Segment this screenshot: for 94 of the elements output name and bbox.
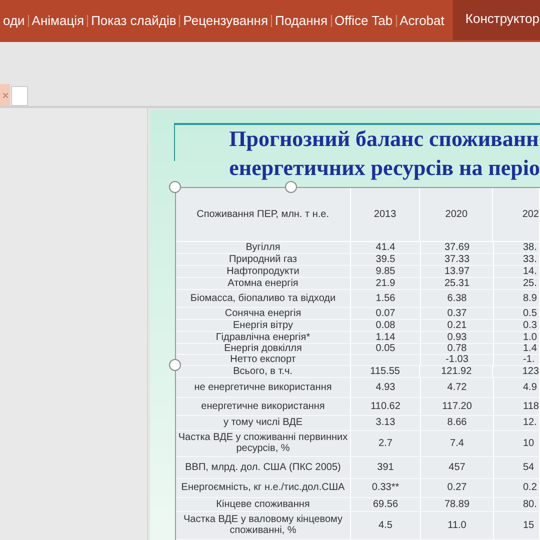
table-cell: 0.78 — [447, 343, 467, 354]
table-cell: 54 — [523, 462, 534, 473]
table-cell: 11.0 — [448, 520, 466, 531]
table-cell: Атомна енергія — [228, 278, 298, 289]
ribbon-tab[interactable]: Конструктор — [453, 0, 540, 40]
table-cell: 3.13 — [376, 417, 396, 428]
column-header: 2013 — [374, 208, 396, 220]
ribbon-tab[interactable]: Office Tab — [332, 0, 396, 42]
table-cell: Енергія вітру — [233, 320, 293, 331]
table-cell: 457 — [448, 462, 466, 473]
table-cell: 118 — [523, 400, 539, 412]
table-cell: 4.5 — [378, 520, 392, 531]
table-cell: -1.03 — [446, 354, 468, 366]
selection-handle[interactable] — [169, 358, 181, 371]
table-cell: 8.66 — [447, 417, 467, 428]
table-cell: 39.5 — [376, 254, 396, 265]
slide-title-line: енергетичних ресурсів на періо — [229, 154, 540, 182]
table-cell: 15 — [523, 520, 534, 531]
ribbon-tab[interactable]: Acrobat — [396, 0, 448, 42]
table-cell: 0.33** — [372, 482, 400, 494]
table-cell: 115.55 — [370, 366, 400, 377]
table-cell: Гідравлічна енергія* — [216, 332, 310, 343]
table-cell: 1.14 — [376, 332, 396, 343]
table-cell: 25. — [523, 278, 537, 289]
table-cell: 78.89 — [444, 498, 470, 510]
table-cell: 12. — [523, 417, 537, 428]
table-cell: 21.9 — [376, 278, 396, 289]
table-cell: 37.69 — [444, 242, 470, 253]
table-cell: не енергетичне використання — [194, 382, 332, 393]
table-cell: 1.4 — [523, 343, 537, 354]
table-cell: Енергоємність, кг н.е./тис.дол.США — [181, 482, 345, 494]
table-cell: 123 — [522, 366, 539, 377]
ribbon-tab[interactable]: Подання — [272, 0, 331, 42]
table-cell: 13.97 — [444, 266, 470, 277]
table-cell: 0.93 — [447, 332, 467, 343]
ribbon-tab[interactable]: Показ слайдів — [88, 0, 180, 42]
table-cell: Кінцеве споживання — [216, 498, 310, 510]
ribbon-tab[interactable]: Анімація — [28, 0, 88, 42]
table-cell: Вугілля — [246, 242, 280, 253]
selection-handle[interactable] — [169, 180, 181, 193]
table-cell: Нетто експорт — [230, 354, 296, 366]
table-cell: -1. — [523, 354, 535, 366]
table-cell: 41.4 — [376, 242, 396, 253]
table-cell: 0.21 — [447, 320, 467, 331]
table-cell: 0.5 — [523, 308, 537, 319]
table-cell: 391 — [377, 462, 394, 473]
table-cell: 0.08 — [376, 320, 396, 331]
column-header: Споживання ПЕР, млн. т н.е. — [196, 208, 329, 220]
table-cell: 4.72 — [447, 382, 467, 393]
document-tab[interactable] — [0, 84, 10, 106]
table-cell: 25.31 — [444, 278, 470, 289]
table-cell: 121.92 — [441, 366, 472, 377]
column-header: 2020 — [445, 208, 468, 220]
table-cell: 69.56 — [372, 498, 398, 510]
table-cell: Всього, в т.ч. — [233, 366, 292, 377]
table-cell: 0.3 — [523, 320, 537, 331]
table-cell: 6.38 — [447, 292, 467, 304]
table-cell: Частка ВДЕ у споживанні первинних ресурсів, % — [178, 432, 348, 454]
table-cell: Енергія довкілля — [224, 343, 302, 354]
ribbon-tab[interactable]: Рецензування — [180, 0, 271, 42]
table-cell: 4.9 — [523, 382, 537, 393]
table-cell: 117.20 — [442, 400, 472, 412]
table-cell: 0.07 — [376, 308, 396, 319]
table-cell: 8.9 — [523, 292, 537, 304]
column-header: 202 — [522, 208, 539, 220]
table-cell: 0.2 — [523, 482, 537, 494]
table-cell: у тому числі ВДЕ — [223, 417, 303, 428]
slide-title-line: Прогнозний баланс споживанн — [229, 124, 540, 153]
table-cell: ВВП, млрд. дол. США (ПКС 2005) — [185, 462, 341, 473]
table-cell: Сонячна енергія — [224, 308, 302, 319]
table-cell: 38. — [523, 242, 537, 253]
table-cell: 0.27 — [447, 482, 467, 494]
table-cell: 14. — [523, 266, 537, 277]
table-cell: 37.33 — [444, 254, 470, 265]
table-cell: Природний газ — [228, 254, 297, 265]
table-cell: 0.05 — [376, 343, 396, 354]
table-cell: 9.85 — [376, 266, 396, 277]
table-cell: 10 — [523, 438, 534, 449]
table-cell: 4.93 — [376, 382, 396, 393]
table-cell: 2.7 — [378, 438, 392, 449]
table-cell: 110.62 — [370, 400, 400, 412]
table-cell-text: Частка ВДЕ у валовому кінцевому споживанні, % — [182, 514, 344, 536]
table-cell: 7.4 — [450, 438, 464, 449]
table-cell: Нафтопродукти — [226, 266, 300, 277]
table-cell: 1.0 — [523, 332, 537, 343]
table-cell: енергетичне використання — [201, 400, 325, 412]
close-icon[interactable] — [2, 92, 8, 98]
table-cell: 33. — [523, 254, 537, 265]
table-cell: 1.56 — [376, 292, 396, 304]
table-cell: 80. — [523, 498, 537, 510]
table-cell: 0.37 — [447, 308, 467, 319]
selection-handle[interactable] — [285, 180, 297, 193]
ribbon-tab[interactable]: оди — [0, 0, 28, 42]
table-cell: Біомасса, біопаливо та відходи — [190, 292, 336, 304]
